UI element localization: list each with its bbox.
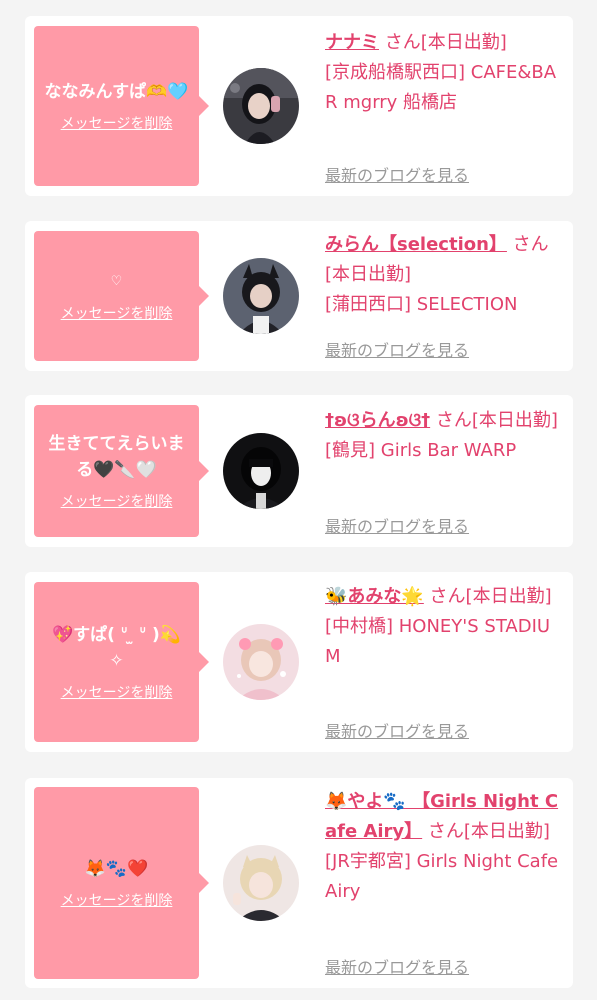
- shop-name: [鶴見] Girls Bar WARP: [325, 440, 517, 461]
- cast-status: さん[本日出勤]: [430, 410, 558, 431]
- message-card: 🦊🐾❤️ メッセージを削除 🦊やよ🐾 【Girls Night Cafe Air…: [25, 778, 573, 988]
- avatar[interactable]: [223, 258, 299, 334]
- avatar[interactable]: [223, 68, 299, 144]
- delete-message-link[interactable]: メッセージを削除: [61, 113, 173, 133]
- message-list: ななみんすぱ🫶🩵 メッセージを削除 ナナミ さん[本日出勤] [京成船橋駅西口]…: [0, 0, 597, 1000]
- cast-status: さん[本日出勤]: [379, 32, 507, 53]
- avatar-photo-3: [223, 433, 299, 509]
- avatar[interactable]: [223, 624, 299, 700]
- cast-status: さん[本日出勤]: [422, 821, 550, 842]
- message-bubble: 💖すぱ( ᐡ ̫ ᐡ )💫 ✧ メッセージを削除: [34, 582, 209, 742]
- delete-message-link[interactable]: メッセージを削除: [61, 303, 173, 323]
- message-text: ♡: [110, 274, 123, 289]
- cast-name-link[interactable]: ナナミ: [325, 32, 379, 53]
- cast-info: †ʚଓらんʚଓ† さん[本日出勤] [鶴見] Girls Bar WARP: [325, 406, 561, 466]
- cast-status: さん[本日出勤]: [423, 586, 552, 607]
- delete-message-link[interactable]: メッセージを削除: [61, 890, 173, 910]
- message-text: 生きててえらいまる🖤🔪🤍: [48, 434, 185, 480]
- message-bubble: 生きててえらいまる🖤🔪🤍 メッセージを削除: [34, 405, 209, 537]
- message-bubble: 🦊🐾❤️ メッセージを削除: [34, 787, 209, 979]
- shop-name: [JR宇都宮] Girls Night Cafe Airy: [325, 851, 559, 902]
- cast-name-link[interactable]: 🐝あみな🌟: [325, 586, 424, 607]
- avatar-photo-5: [223, 845, 299, 921]
- message-card: 💖すぱ( ᐡ ̫ ᐡ )💫 ✧ メッセージを削除 🐝あみな🌟 さん[本日出勤] …: [25, 572, 573, 752]
- latest-blog-link[interactable]: 最新のブログを見る: [325, 954, 469, 978]
- cast-info: みらん【selection】 さん[本日出勤] [蒲田西口] SELECTION: [325, 230, 561, 320]
- avatar[interactable]: [223, 433, 299, 509]
- cast-info: 🦊やよ🐾 【Girls Night Cafe Airy】 さん[本日出勤] [J…: [325, 787, 561, 907]
- cast-info: ナナミ さん[本日出勤] [京成船橋駅西口] CAFE&BAR mgrry 船橋…: [325, 28, 561, 118]
- shop-name: [蒲田西口] SELECTION: [325, 294, 518, 315]
- latest-blog-link[interactable]: 最新のブログを見る: [325, 337, 469, 361]
- avatar-photo-4: [223, 624, 299, 700]
- shop-name: [中村橋] HONEY'S STADIUM: [325, 616, 551, 667]
- cast-info: 🐝あみな🌟 さん[本日出勤] [中村橋] HONEY'S STADIUM: [325, 582, 561, 672]
- message-text: 💖すぱ( ᐡ ̫ ᐡ )💫 ✧: [52, 625, 181, 671]
- message-text: ななみんすぱ🫶🩵: [44, 82, 189, 102]
- latest-blog-link[interactable]: 最新のブログを見る: [325, 513, 469, 537]
- latest-blog-link[interactable]: 最新のブログを見る: [325, 718, 469, 742]
- latest-blog-link[interactable]: 最新のブログを見る: [325, 162, 469, 186]
- avatar-photo-2: [223, 258, 299, 334]
- cast-name-link[interactable]: †ʚଓらんʚଓ†: [325, 410, 430, 431]
- cast-name-link[interactable]: みらん【selection】: [325, 234, 507, 255]
- delete-message-link[interactable]: メッセージを削除: [61, 682, 173, 702]
- message-card: 生きててえらいまる🖤🔪🤍 メッセージを削除 †ʚଓらんʚଓ† さん[本日出勤] …: [25, 395, 573, 547]
- message-text: 🦊🐾❤️: [84, 859, 149, 879]
- avatar-photo-1: [223, 68, 299, 144]
- shop-name: [京成船橋駅西口] CAFE&BAR mgrry 船橋店: [325, 62, 557, 113]
- message-bubble: ♡ メッセージを削除: [34, 231, 209, 361]
- message-bubble: ななみんすぱ🫶🩵 メッセージを削除: [34, 26, 209, 186]
- avatar[interactable]: [223, 845, 299, 921]
- message-card: ななみんすぱ🫶🩵 メッセージを削除 ナナミ さん[本日出勤] [京成船橋駅西口]…: [25, 16, 573, 196]
- message-card: ♡ メッセージを削除 みらん【selection】 さん[本日出勤] [蒲田西口…: [25, 221, 573, 371]
- delete-message-link[interactable]: メッセージを削除: [61, 491, 173, 511]
